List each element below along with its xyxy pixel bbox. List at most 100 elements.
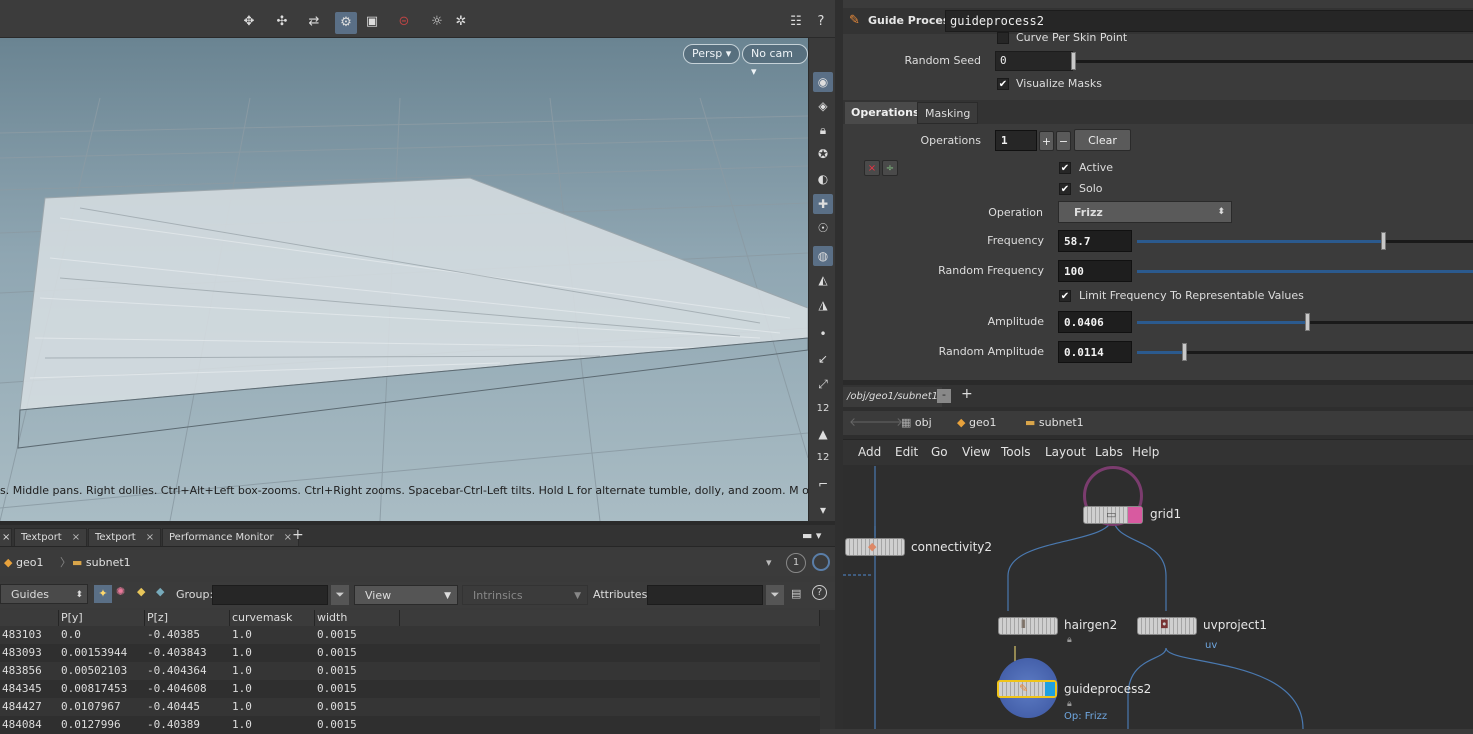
- corner-icon[interactable]: ⌐: [813, 474, 833, 494]
- light-icon[interactable]: ✪: [813, 144, 833, 164]
- wire-icon[interactable]: ◍: [813, 246, 833, 266]
- vertex-icon[interactable]: ☉: [813, 218, 833, 238]
- breadcrumb-subnet1[interactable]: ▬ subnet1: [1025, 414, 1084, 432]
- add-tab-icon[interactable]: +: [292, 527, 304, 543]
- snap-tool-icon[interactable]: ✣: [273, 13, 291, 31]
- node-connectivity2[interactable]: ◆: [845, 538, 905, 556]
- breadcrumb-geo1[interactable]: ◆ geo1: [957, 414, 996, 432]
- column-header-width[interactable]: width: [315, 610, 400, 626]
- menu-layout[interactable]: Layout: [1045, 445, 1086, 459]
- points-class-icon[interactable]: ✦: [94, 585, 112, 603]
- stop-icon[interactable]: ⊝: [395, 13, 413, 31]
- vertex-class-icon[interactable]: ✺: [116, 585, 125, 598]
- close-icon[interactable]: ×: [146, 532, 154, 543]
- normal-icon[interactable]: ↙: [813, 349, 833, 369]
- menu-go[interactable]: Go: [931, 445, 948, 459]
- breadcrumb-geo1[interactable]: ◆ geo1: [4, 554, 43, 572]
- tab-textport-2[interactable]: Textport ×: [88, 528, 162, 546]
- display-flag[interactable]: [1128, 507, 1142, 523]
- view-menu[interactable]: View ▼: [354, 585, 458, 605]
- tab-network-path[interactable]: /obj/geo1/subnet1: [843, 387, 943, 407]
- tab-performance-monitor[interactable]: Performance Monitor ×: [162, 528, 299, 546]
- delete-operation-icon[interactable]: ×: [864, 160, 880, 176]
- lock-icon[interactable]: 🔒︎: [813, 120, 833, 140]
- table-row[interactable]: 484427 0.0107967 -0.40445 1.0 0.0015: [0, 698, 820, 716]
- menu-view[interactable]: View: [962, 445, 990, 459]
- amplitude-slider-fill[interactable]: [1137, 321, 1307, 324]
- camera-view-icon[interactable]: ▣: [363, 13, 381, 31]
- camera-menu-button[interactable]: No cam ▾: [742, 44, 808, 78]
- frequency-slider-fill[interactable]: [1137, 240, 1384, 243]
- random-amplitude-slider-knob[interactable]: [1182, 343, 1187, 361]
- prim-class-icon[interactable]: ◆: [137, 585, 145, 598]
- column-header-curvemask[interactable]: curvemask: [230, 610, 315, 626]
- display-options-icon[interactable]: ⚙: [335, 12, 357, 34]
- forward-arrow-icon[interactable]: 🡒: [871, 414, 903, 429]
- tab-operations[interactable]: Operations: [845, 102, 926, 124]
- menu-help[interactable]: Help: [1132, 445, 1159, 459]
- node-name-field[interactable]: guideprocess2: [945, 10, 1473, 32]
- random-amplitude-field[interactable]: 0.0114: [1058, 341, 1132, 363]
- group-field[interactable]: [212, 585, 328, 605]
- detail-class-icon[interactable]: ◆: [156, 585, 164, 598]
- table-row[interactable]: 483856 0.00502103 -0.404364 1.0 0.0015: [0, 662, 820, 680]
- random-amplitude-slider-track[interactable]: [1183, 351, 1473, 354]
- class-selector[interactable]: Guides ⬍: [0, 584, 88, 604]
- handle-tool-icon[interactable]: ⇄: [305, 13, 323, 31]
- tab-textport-1[interactable]: Textport ×: [14, 528, 88, 546]
- clear-button[interactable]: Clear: [1074, 129, 1131, 151]
- table-row[interactable]: 484345 0.00817453 -0.404608 1.0 0.0015: [0, 680, 820, 698]
- prim-number-icon[interactable]: 12: [813, 448, 833, 468]
- node-uvproject1[interactable]: ◘: [1137, 617, 1197, 635]
- frequency-slider-knob[interactable]: [1381, 232, 1386, 250]
- tab-close-prev[interactable]: ×: [0, 528, 12, 546]
- menu-add[interactable]: Add: [858, 445, 881, 459]
- remove-operation-button[interactable]: −: [1056, 131, 1071, 151]
- column-header-pz[interactable]: P[z]: [145, 610, 230, 626]
- network-canvas[interactable]: ◆ connectivity2 ▭ grid1 ⦀ hairgen2 🔒︎ ◘ …: [843, 466, 1473, 729]
- operation-menu[interactable]: Frizz ⬍: [1058, 201, 1232, 223]
- random-frequency-slider-fill[interactable]: [1137, 270, 1473, 273]
- dot-icon[interactable]: •: [813, 324, 833, 344]
- attribute-filter-icon[interactable]: ⏷: [766, 585, 784, 605]
- node-hairgen2[interactable]: ⦀: [998, 617, 1058, 635]
- points-icon[interactable]: ✚: [813, 194, 833, 214]
- filter-icon[interactable]: ⏷: [331, 585, 349, 605]
- menu-tools[interactable]: Tools: [1001, 445, 1031, 459]
- number-icon[interactable]: 12: [813, 399, 833, 419]
- operations-count-field[interactable]: 1: [995, 130, 1037, 151]
- spreadsheet-grid[interactable]: P[y] P[z] curvemask width 483103 0.0 -0.40…: [0, 610, 820, 734]
- help-icon[interactable]: ?: [812, 13, 830, 31]
- column-header-py[interactable]: P[y]: [59, 610, 145, 626]
- frequency-field[interactable]: 58.7: [1058, 230, 1132, 252]
- random-seed-field[interactable]: 0: [995, 51, 1073, 71]
- add-tab-icon[interactable]: +: [961, 386, 973, 402]
- active-checkbox[interactable]: ✔: [1059, 162, 1071, 174]
- eye-icon[interactable]: ◉: [813, 72, 833, 92]
- intrinsics-menu[interactable]: Intrinsics ▼: [462, 585, 588, 605]
- random-seed-slider-track[interactable]: [1073, 60, 1473, 63]
- brush-icon[interactable]: ▲: [813, 424, 833, 444]
- amplitude-field[interactable]: 0.0406: [1058, 311, 1132, 333]
- help-icon[interactable]: ?: [812, 585, 827, 600]
- snapshot-icon[interactable]: ✲: [452, 13, 470, 31]
- 3d-viewport[interactable]: Persp ▾ No cam ▾ s. Middle pans. Right d…: [0, 38, 808, 521]
- path-dropdown-icon[interactable]: ▾: [766, 556, 772, 569]
- display-flag[interactable]: [1045, 682, 1055, 696]
- insert-operation-icon[interactable]: ÷: [882, 160, 898, 176]
- ghost-icon[interactable]: ◈: [813, 96, 833, 116]
- table-row[interactable]: 484084 0.0127996 -0.40389 1.0 0.0015: [0, 716, 820, 734]
- amplitude-slider-track[interactable]: [1307, 321, 1473, 324]
- add-operation-button[interactable]: +: [1039, 131, 1054, 151]
- snap-eye-icon[interactable]: ◭: [813, 270, 833, 290]
- tab-masking[interactable]: Masking: [917, 102, 979, 124]
- random-frequency-field[interactable]: 100: [1058, 260, 1132, 282]
- column-header-index[interactable]: [0, 610, 59, 626]
- link-icon[interactable]: [812, 553, 830, 571]
- pick-icon[interactable]: ⤢: [813, 374, 833, 394]
- node-guideprocess2[interactable]: ✎: [997, 680, 1057, 698]
- table-row[interactable]: 483093 0.00153944 -0.403843 1.0 0.0015: [0, 644, 820, 662]
- persp-menu-button[interactable]: Persp ▾: [683, 44, 741, 64]
- visualize-masks-checkbox[interactable]: ✔: [997, 78, 1009, 90]
- breadcrumb-subnet1[interactable]: ▬ subnet1: [72, 554, 131, 572]
